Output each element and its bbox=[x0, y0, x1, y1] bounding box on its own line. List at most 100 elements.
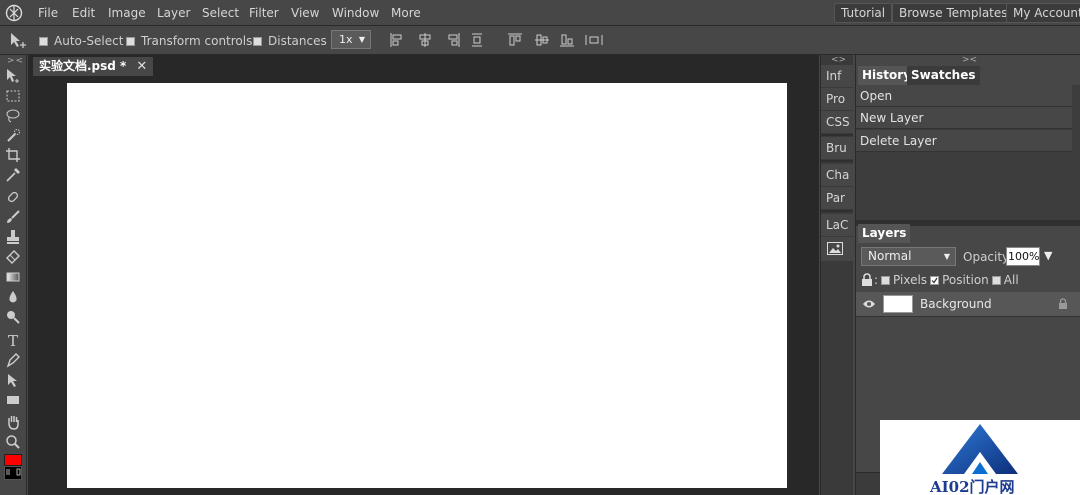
image-canvas[interactable] bbox=[67, 83, 787, 488]
lock-position-checkbox[interactable] bbox=[930, 275, 940, 285]
zoom-select[interactable]: 1x ▼ bbox=[331, 30, 371, 49]
blend-mode-value: Normal bbox=[868, 249, 912, 263]
browse-templates-button[interactable]: Browse Templates bbox=[892, 3, 1015, 23]
foreground-color-swatch[interactable] bbox=[4, 454, 22, 466]
mini-panel-css[interactable]: CSS bbox=[821, 111, 853, 133]
brush-tool-icon[interactable] bbox=[5, 209, 21, 225]
menu-image[interactable]: Image bbox=[108, 6, 146, 20]
distribute-vertical-icon[interactable] bbox=[585, 33, 603, 47]
layer-lock-icon bbox=[1059, 298, 1067, 309]
distribute-horizontal-icon[interactable] bbox=[470, 33, 484, 47]
align-bottom-icon[interactable] bbox=[560, 33, 574, 47]
text-tool-icon[interactable]: T bbox=[5, 332, 21, 348]
mini-panel-divider bbox=[821, 134, 853, 136]
transform-controls-checkbox[interactable]: Transform controls bbox=[126, 34, 252, 48]
mini-panel-layer-comps[interactable]: LaC bbox=[821, 214, 853, 236]
clone-stamp-tool-icon[interactable] bbox=[5, 229, 21, 245]
document-tab[interactable]: 实验文档.psd * ✕ bbox=[33, 57, 154, 76]
crop-tool-icon[interactable] bbox=[5, 147, 21, 163]
blend-mode-select[interactable]: Normal ▼ bbox=[861, 247, 956, 266]
collapsed-panels-column: <> Inf Pro CSS Bru Cha Par LaC bbox=[820, 55, 853, 495]
layer-row[interactable]: Background bbox=[856, 292, 1080, 317]
lasso-tool-icon[interactable] bbox=[5, 108, 21, 124]
gradient-tool-icon[interactable] bbox=[5, 269, 21, 285]
my-account-button[interactable]: My Account bbox=[1006, 3, 1080, 23]
menu-view[interactable]: View bbox=[291, 6, 319, 20]
align-top-icon[interactable] bbox=[508, 33, 522, 47]
tutorial-button[interactable]: Tutorial bbox=[834, 3, 893, 23]
tab-layers[interactable]: Layers bbox=[858, 224, 911, 243]
opacity-input[interactable]: 100% bbox=[1006, 247, 1040, 266]
menu-filter[interactable]: Filter bbox=[249, 6, 279, 20]
zoom-value: 1x bbox=[339, 33, 353, 46]
transform-controls-box[interactable] bbox=[126, 36, 135, 46]
close-icon[interactable]: ✕ bbox=[136, 57, 147, 76]
toolbox-collapse-icon[interactable]: >< bbox=[7, 56, 24, 66]
history-list: Open New Layer Delete Layer bbox=[856, 85, 1080, 220]
auto-select-checkbox[interactable]: Auto-Select bbox=[39, 34, 123, 48]
document-workspace: 实验文档.psd * ✕ bbox=[28, 55, 819, 495]
mini-panel-properties[interactable]: Pro bbox=[821, 88, 853, 110]
history-item[interactable]: New Layer bbox=[856, 107, 1072, 129]
mini-panel-paragraph[interactable]: Par bbox=[821, 187, 853, 209]
background-color-swatch[interactable] bbox=[4, 466, 22, 480]
hand-tool-icon[interactable] bbox=[5, 414, 21, 430]
history-item[interactable]: Open bbox=[856, 85, 1072, 107]
chevron-down-icon: ▼ bbox=[943, 252, 950, 261]
quick-selection-tool-icon[interactable] bbox=[5, 128, 21, 144]
move-tool-icon bbox=[11, 33, 26, 48]
right-panel-collapse-icon[interactable]: >< bbox=[962, 55, 977, 65]
menu-bar: File Edit Image Layer Select Filter View… bbox=[0, 0, 1080, 26]
shape-tool-icon[interactable] bbox=[5, 392, 21, 408]
distances-box[interactable] bbox=[253, 36, 262, 46]
app-logo-icon[interactable] bbox=[5, 4, 23, 22]
document-tab-title: 实验文档.psd * bbox=[39, 59, 127, 73]
lock-pixels-checkbox[interactable] bbox=[881, 275, 891, 285]
lock-pixels-label: Pixels bbox=[893, 273, 928, 287]
marquee-tool-icon[interactable] bbox=[5, 88, 21, 104]
tab-swatches[interactable]: Swatches bbox=[907, 66, 980, 85]
align-middle-icon[interactable] bbox=[535, 33, 549, 47]
healing-brush-tool-icon[interactable] bbox=[5, 189, 21, 205]
layer-name: Background bbox=[920, 297, 992, 311]
lock-all-checkbox[interactable] bbox=[991, 275, 1001, 285]
lock-icon bbox=[862, 273, 872, 286]
swap-colors-icon[interactable] bbox=[6, 468, 22, 476]
dodge-tool-icon[interactable] bbox=[5, 309, 21, 325]
path-selection-tool-icon[interactable] bbox=[5, 372, 21, 388]
mini-panel-brush[interactable]: Bru bbox=[821, 137, 853, 159]
mini-panel-character[interactable]: Cha bbox=[821, 164, 853, 186]
align-left-icon[interactable] bbox=[390, 33, 404, 47]
lock-all-label: All bbox=[1003, 273, 1019, 287]
eyedropper-tool-icon[interactable] bbox=[5, 167, 21, 183]
pen-tool-icon[interactable] bbox=[5, 352, 21, 368]
menu-edit[interactable]: Edit bbox=[72, 6, 95, 20]
align-right-icon[interactable] bbox=[446, 33, 460, 47]
auto-select-box[interactable] bbox=[39, 36, 48, 46]
transform-controls-label: Transform controls bbox=[141, 34, 253, 48]
mini-panel-info[interactable]: Inf bbox=[821, 65, 853, 87]
options-bar: Auto-Select Transform controls Distances… bbox=[0, 27, 1080, 55]
menu-select[interactable]: Select bbox=[202, 6, 239, 20]
move-tool-icon[interactable] bbox=[5, 68, 21, 84]
menu-file[interactable]: File bbox=[38, 6, 58, 20]
align-center-icon[interactable] bbox=[418, 33, 432, 47]
watermark-logo-icon bbox=[942, 424, 1018, 474]
lock-position-label: Position bbox=[942, 273, 989, 287]
menu-window[interactable]: Window bbox=[332, 6, 379, 20]
opacity-label: Opacity: bbox=[963, 250, 1013, 264]
svg-text:T: T bbox=[8, 332, 18, 348]
chevron-down-icon: ▼ bbox=[358, 35, 365, 44]
mini-panel-collapse-icon[interactable]: <> bbox=[831, 55, 846, 65]
eye-icon[interactable] bbox=[862, 299, 876, 309]
mini-panel-image[interactable] bbox=[821, 237, 853, 261]
opacity-dropdown-icon[interactable]: ▼ bbox=[1044, 249, 1052, 262]
eraser-tool-icon[interactable] bbox=[5, 249, 21, 265]
distances-checkbox[interactable]: Distances bbox=[253, 34, 327, 48]
blur-tool-icon[interactable] bbox=[5, 289, 21, 305]
menu-layer[interactable]: Layer bbox=[157, 6, 190, 20]
history-item[interactable]: Delete Layer bbox=[856, 130, 1072, 152]
menu-more[interactable]: More bbox=[391, 6, 421, 20]
zoom-tool-icon[interactable] bbox=[5, 434, 21, 450]
image-icon bbox=[827, 242, 843, 255]
